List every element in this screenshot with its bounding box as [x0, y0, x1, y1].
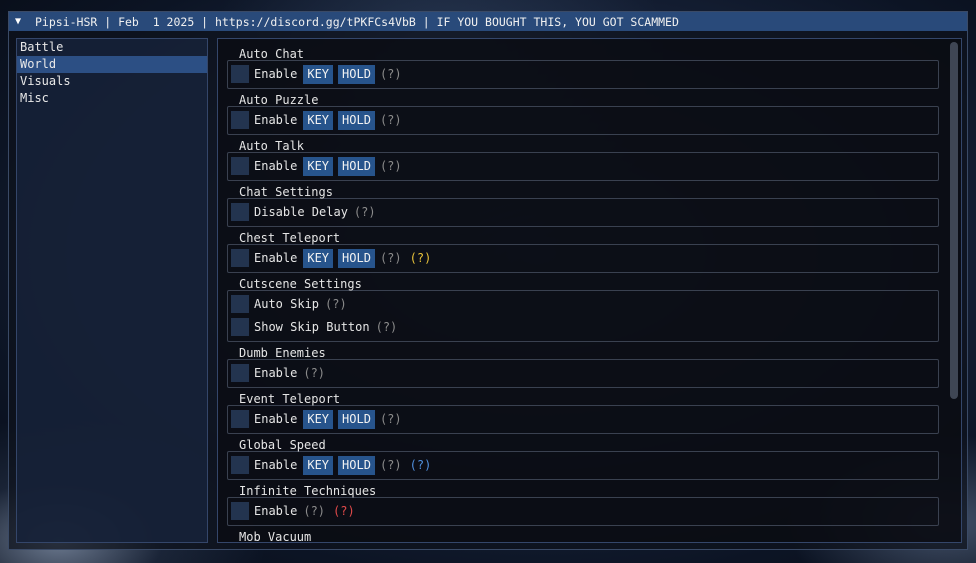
hold-button[interactable]: HOLD	[338, 156, 375, 176]
help-marker[interactable]: (?)	[354, 205, 376, 219]
help-marker[interactable]: (?)	[380, 412, 402, 426]
help-marker[interactable]: (?)	[380, 251, 402, 265]
enable-checkbox[interactable]	[231, 364, 249, 382]
settings-panel: Auto Chat Enable KEY HOLD (?) Auto Puzzl…	[217, 38, 962, 543]
key-button[interactable]: KEY	[303, 248, 334, 268]
help-marker[interactable]: (?)	[303, 504, 325, 518]
enable-label: Enable	[254, 251, 298, 265]
enable-label: Enable	[254, 458, 298, 472]
sidebar-item-battle[interactable]: Battle	[17, 39, 207, 56]
enable-checkbox[interactable]	[231, 157, 249, 175]
disable-delay-checkbox[interactable]	[231, 203, 249, 221]
enable-label: Enable	[254, 412, 298, 426]
enable-label: Enable	[254, 113, 298, 127]
enable-checkbox[interactable]	[231, 410, 249, 428]
enable-checkbox[interactable]	[231, 111, 249, 129]
enable-label: Enable	[254, 159, 298, 173]
key-button[interactable]: KEY	[303, 455, 334, 475]
help-marker[interactable]: (?)	[380, 458, 402, 472]
key-button[interactable]: KEY	[303, 110, 334, 130]
info-help-marker[interactable]: (?)	[410, 458, 432, 472]
section-chat-settings: Chat Settings Disable Delay (?)	[227, 184, 939, 227]
section-dumb-enemies: Dumb Enemies Enable (?)	[227, 345, 939, 388]
section-global-speed: Global Speed Enable KEY HOLD (?) (?)	[227, 437, 939, 480]
section-mob-vacuum: Mob Vacuum	[227, 529, 939, 543]
key-button[interactable]: KEY	[303, 64, 334, 84]
section-cutscene-settings: Cutscene Settings Auto Skip (?) Show Ski…	[227, 276, 939, 342]
hold-button[interactable]: HOLD	[338, 455, 375, 475]
enable-checkbox[interactable]	[231, 249, 249, 267]
help-marker[interactable]: (?)	[325, 297, 347, 311]
auto-skip-checkbox[interactable]	[231, 295, 249, 313]
sidebar-item-misc[interactable]: Misc	[17, 90, 207, 107]
sidebar-item-visuals[interactable]: Visuals	[17, 73, 207, 90]
hold-button[interactable]: HOLD	[338, 248, 375, 268]
help-marker[interactable]: (?)	[303, 366, 325, 380]
sidebar-item-world[interactable]: World	[17, 56, 207, 73]
section-title: Mob Vacuum	[239, 530, 312, 543]
help-marker[interactable]: (?)	[380, 67, 402, 81]
enable-label: Enable	[254, 366, 298, 380]
enable-checkbox[interactable]	[231, 456, 249, 474]
show-skip-button-checkbox[interactable]	[231, 318, 249, 336]
section-auto-talk: Auto Talk Enable KEY HOLD (?)	[227, 138, 939, 181]
help-marker[interactable]: (?)	[380, 113, 402, 127]
section-event-teleport: Event Teleport Enable KEY HOLD (?)	[227, 391, 939, 434]
section-chest-teleport: Chest Teleport Enable KEY HOLD (?) (?)	[227, 230, 939, 273]
scrollbar-thumb[interactable]	[950, 42, 958, 399]
hold-button[interactable]: HOLD	[338, 409, 375, 429]
enable-checkbox[interactable]	[231, 65, 249, 83]
show-skip-button-label: Show Skip Button	[254, 320, 370, 334]
enable-checkbox[interactable]	[231, 502, 249, 520]
hold-button[interactable]: HOLD	[338, 110, 375, 130]
enable-label: Enable	[254, 504, 298, 518]
sidebar: Battle World Visuals Misc	[16, 38, 208, 543]
section-auto-puzzle: Auto Puzzle Enable KEY HOLD (?)	[227, 92, 939, 135]
danger-help-marker[interactable]: (?)	[333, 504, 355, 518]
key-button[interactable]: KEY	[303, 409, 334, 429]
cheat-menu-window: ▼ Pipsi-HSR | Feb 1 2025 | https://disco…	[8, 11, 968, 550]
help-marker[interactable]: (?)	[380, 159, 402, 173]
section-infinite-techniques: Infinite Techniques Enable (?) (?)	[227, 483, 939, 526]
warning-help-marker[interactable]: (?)	[410, 251, 432, 265]
hold-button[interactable]: HOLD	[338, 64, 375, 84]
window-title: Pipsi-HSR | Feb 1 2025 | https://discord…	[35, 14, 679, 29]
disable-delay-label: Disable Delay	[254, 205, 348, 219]
enable-label: Enable	[254, 67, 298, 81]
title-bar[interactable]: ▼ Pipsi-HSR | Feb 1 2025 | https://disco…	[9, 12, 967, 31]
auto-skip-label: Auto Skip	[254, 297, 320, 311]
key-button[interactable]: KEY	[303, 156, 334, 176]
section-auto-chat: Auto Chat Enable KEY HOLD (?)	[227, 46, 939, 89]
collapse-arrow-icon[interactable]: ▼	[15, 16, 25, 27]
help-marker[interactable]: (?)	[376, 320, 398, 334]
